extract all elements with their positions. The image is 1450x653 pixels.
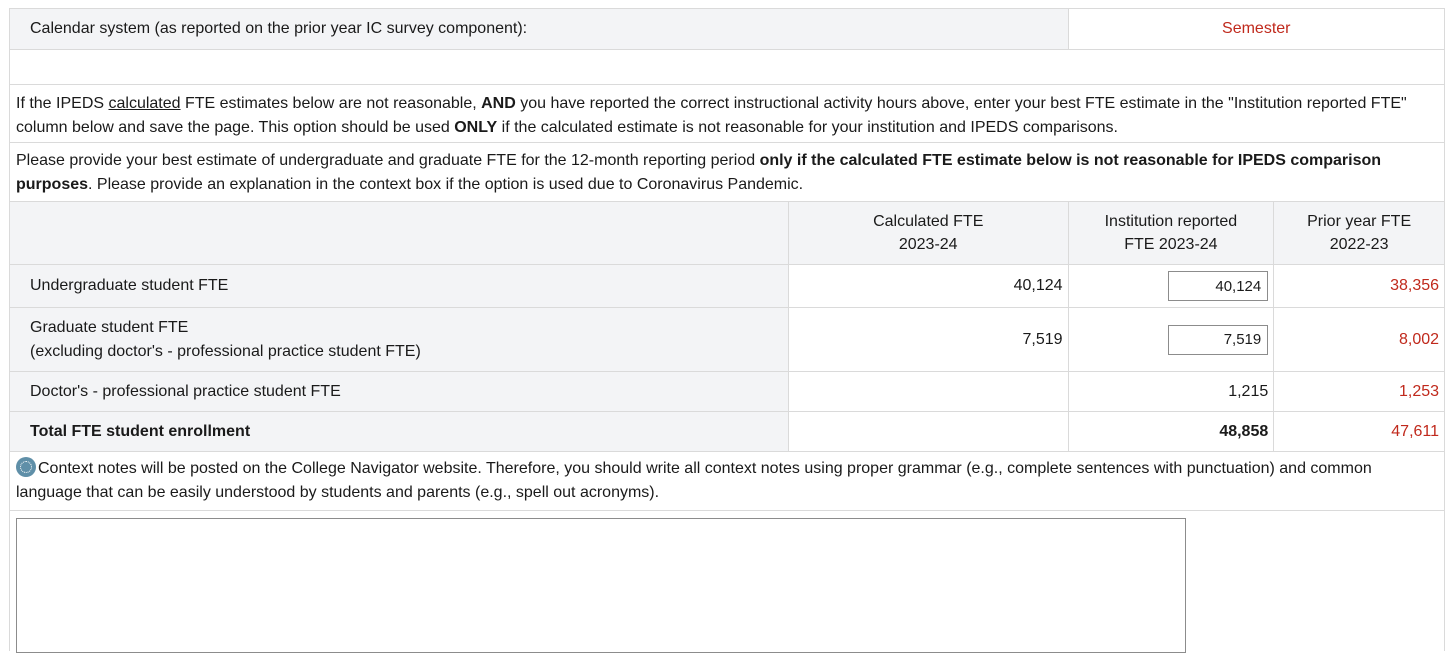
table-row-undergraduate: Undergraduate student FTE 40,124 38,356 [9,265,1445,308]
fte-table-header: Calculated FTE 2023-24 Institution repor… [9,202,1445,265]
fte-form: Calendar system (as reported on the prio… [9,8,1445,653]
context-notes-textarea[interactable] [16,518,1186,653]
header-prior-year-fte: Prior year FTE 2022-23 [1274,202,1444,264]
undergraduate-fte-input[interactable] [1168,271,1269,301]
row-label-line: Graduate student FTE [30,318,189,336]
instruction-text: Please provide your best estimate of und… [16,152,760,169]
instruction-bold: AND [481,95,516,112]
calendar-system-value: Semester [1068,9,1444,49]
calculated-link[interactable]: calculated [108,95,180,112]
header-line: 2023-24 [898,236,958,253]
institution-fte-cell [1068,308,1275,371]
instruction-paragraph-2: Please provide your best estimate of und… [9,143,1445,202]
table-row-doctors-professional: Doctor's - professional practice student… [9,372,1445,412]
instruction-paragraph-1: If the IPEDS calculated FTE estimates be… [9,85,1445,143]
spacer-row [9,50,1445,85]
header-line: 2022-23 [1329,236,1389,253]
instruction-text: . Please provide an explanation in the c… [88,176,804,193]
institution-fte-total: 48,858 [1068,412,1275,451]
instruction-text: If the IPEDS [16,95,109,112]
row-label: Undergraduate student FTE [10,265,789,307]
row-label: Total FTE student enrollment [10,412,789,451]
prior-year-fte-value: 1,253 [1274,372,1445,411]
calculated-fte-value [788,372,1069,411]
row-label-line: (excluding doctor's - professional pract… [30,342,421,360]
context-note-text: Context notes will be posted on the Coll… [16,460,1372,501]
context-note: Context notes will be posted on the Coll… [9,452,1445,511]
instruction-text: if the calculated estimate is not reason… [497,119,1118,136]
header-line: Institution reported [1104,213,1238,230]
calculated-fte-value: 7,519 [788,308,1069,371]
prior-year-fte-total: 47,611 [1274,412,1445,451]
header-line: FTE 2023-24 [1124,236,1218,253]
institution-fte-cell [1068,265,1275,307]
header-institution-reported-fte: Institution reported FTE 2023-24 [1068,202,1275,264]
table-row-graduate: Graduate student FTE (excluding doctor's… [9,308,1445,372]
header-calculated-fte: Calculated FTE 2023-24 [788,202,1069,264]
header-empty-cell [10,202,789,264]
row-label: Graduate student FTE (excluding doctor's… [10,308,789,371]
context-box-container [9,511,1445,653]
header-line: Calculated FTE [873,213,984,230]
header-line: Prior year FTE [1307,213,1412,230]
instruction-text: FTE estimates below are not reasonable, [180,95,482,112]
institution-fte-value: 1,215 [1068,372,1275,411]
table-row-total: Total FTE student enrollment 48,858 47,6… [9,412,1445,452]
row-label: Doctor's - professional practice student… [10,372,789,411]
calculated-fte-value: 40,124 [788,265,1069,307]
instruction-bold: ONLY [454,119,498,136]
info-icon [16,457,36,477]
prior-year-fte-value: 38,356 [1274,265,1445,307]
calculated-fte-value [788,412,1069,451]
graduate-fte-input[interactable] [1168,324,1269,355]
calendar-system-row: Calendar system (as reported on the prio… [9,8,1445,50]
prior-year-fte-value: 8,002 [1274,308,1445,371]
calendar-system-label: Calendar system (as reported on the prio… [10,9,1069,49]
